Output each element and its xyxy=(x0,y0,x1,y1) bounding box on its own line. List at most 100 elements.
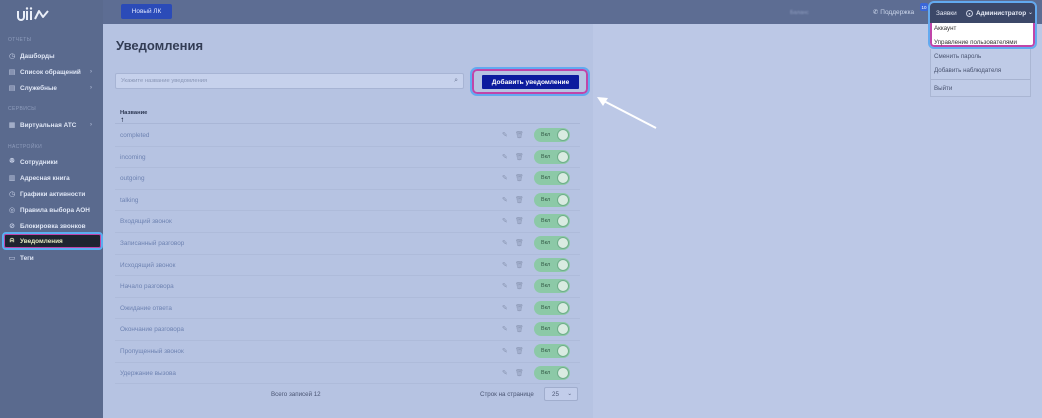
sidebar-item-dashboards[interactable]: ◷ Дашборды xyxy=(4,49,101,63)
rows-per-page-value: 25 xyxy=(552,390,559,398)
trash-icon[interactable]: 🗑 xyxy=(515,282,524,290)
enable-toggle[interactable]: Вкл xyxy=(534,365,570,380)
sidebar-item-address-book[interactable]: ▥ Адресная книга xyxy=(4,171,101,185)
table-row: outgoing ✎ 🗑 Вкл xyxy=(115,168,580,190)
trash-icon[interactable]: 🗑 xyxy=(515,347,524,355)
notification-name[interactable]: incoming xyxy=(120,154,146,161)
enable-toggle[interactable]: Вкл xyxy=(534,344,570,358)
trash-icon[interactable]: 🗑 xyxy=(515,153,524,161)
sidebar-item-virtual-pbx[interactable]: ▦ Виртуальная АТС › xyxy=(4,118,101,132)
section-title-services: Сервисы xyxy=(8,106,37,112)
trash-icon[interactable]: 🗑 xyxy=(515,174,524,182)
notification-name[interactable]: completed xyxy=(120,132,150,139)
enable-toggle[interactable]: Вкл xyxy=(534,192,570,207)
enable-toggle[interactable]: Вкл xyxy=(534,236,570,250)
enable-toggle[interactable]: Вкл xyxy=(534,300,570,315)
notification-name[interactable]: Удержание вызова xyxy=(120,370,176,377)
toggle-label: Вкл xyxy=(541,132,551,138)
notification-name[interactable]: Пропущенный звонок xyxy=(120,348,184,355)
menu-item-change-password[interactable]: Сменить пароль xyxy=(934,53,981,60)
toggle-knob xyxy=(557,172,569,185)
edit-icon[interactable]: ✎ xyxy=(502,304,508,312)
sidebar-item-caller-id-rules[interactable]: ◎ Правила выбора АОН xyxy=(4,203,101,217)
sidebar-item-call-blocking[interactable]: ⊘ Блокировка звонков xyxy=(4,219,101,233)
user-menu: Заявки ● Администратор ⌄ Аккаунт Управле… xyxy=(928,1,1037,49)
sidebar-item-label: Правила выбора АОН xyxy=(20,206,90,214)
trash-icon[interactable]: 🗑 xyxy=(515,131,524,139)
table-row: Записанный разговор ✎ 🗑 Вкл xyxy=(115,233,580,255)
chevron-right-icon: › xyxy=(90,122,92,128)
column-header-name[interactable]: Название xyxy=(120,110,147,116)
toggle-label: Вкл xyxy=(541,261,551,268)
new-lk-button[interactable]: Новый ЛК xyxy=(121,4,172,19)
rows-per-page-label: Строк на странице xyxy=(480,391,534,398)
toggle-knob xyxy=(557,323,569,336)
edit-icon[interactable]: ✎ xyxy=(502,239,508,247)
notification-name[interactable]: Ожидание ответа xyxy=(120,305,172,312)
trash-icon[interactable]: 🗑 xyxy=(515,217,524,225)
rows-per-page-select[interactable]: 25 ⌄ xyxy=(544,387,578,401)
toggle-label: Вкл xyxy=(541,240,551,246)
table-row: Исходящий звонок ✎ 🗑 Вкл xyxy=(115,255,580,277)
trash-icon[interactable]: 🗑 xyxy=(515,304,524,312)
add-notification-button[interactable]: Добавить уведомление xyxy=(482,75,579,89)
table-row: incoming ✎ 🗑 Вкл xyxy=(115,147,580,169)
enable-toggle[interactable]: Вкл xyxy=(534,257,570,272)
sidebar-item-tags[interactable]: ▭ Теги xyxy=(4,251,101,265)
edit-icon[interactable]: ✎ xyxy=(502,369,508,377)
edit-icon[interactable]: ✎ xyxy=(502,261,508,269)
menu-item-add-observer[interactable]: Добавить наблюдателя xyxy=(934,67,1001,74)
edit-icon[interactable]: ✎ xyxy=(502,131,508,139)
sidebar-item-requests-list[interactable]: ▤ Список обращений › xyxy=(4,65,101,79)
toggle-label: Вкл xyxy=(541,218,551,225)
sidebar-item-notifications[interactable]: ⍾ Уведомления xyxy=(2,232,103,250)
list-icon: ▤ xyxy=(8,85,16,92)
enable-toggle[interactable]: Вкл xyxy=(534,149,570,164)
notification-name[interactable]: Записанный разговор xyxy=(120,240,184,247)
notification-name[interactable]: talking xyxy=(120,197,138,204)
topbar: Новый ЛК Баланс ✆ Поддержка 10 xyxy=(103,0,1042,24)
edit-icon[interactable]: ✎ xyxy=(502,217,508,225)
user-name[interactable]: Администратор xyxy=(976,10,1026,17)
sidebar-item-label: Виртуальная АТС xyxy=(20,121,77,129)
list-icon: ▤ xyxy=(8,69,16,76)
enable-toggle[interactable]: Вкл xyxy=(534,279,570,294)
trash-icon[interactable]: 🗑 xyxy=(515,239,524,247)
edit-icon[interactable]: ✎ xyxy=(502,347,508,355)
notification-name[interactable]: outgoing xyxy=(120,175,145,182)
enable-toggle[interactable]: Вкл xyxy=(534,171,570,186)
table-row: Удержание вызова ✎ 🗑 Вкл xyxy=(115,363,580,385)
search-input[interactable]: Укажите название уведомления ⌕ xyxy=(115,73,464,89)
enable-toggle[interactable]: Вкл xyxy=(534,322,570,337)
menu-item-manage-users[interactable]: Управление пользователями xyxy=(934,39,1017,46)
sidebar-item-service[interactable]: ▤ Служебные › xyxy=(4,81,101,95)
toggle-knob xyxy=(557,237,569,249)
requests-link[interactable]: Заявки xyxy=(936,10,957,17)
menu-item-account[interactable]: Аккаунт xyxy=(934,25,956,32)
sidebar-item-employees[interactable]: ꔮ Сотрудники xyxy=(4,155,101,169)
notification-name[interactable]: Окончание разговора xyxy=(120,326,184,333)
enable-toggle[interactable]: Вкл xyxy=(534,128,570,142)
search-icon[interactable]: ⌕ xyxy=(454,77,458,85)
trash-icon[interactable]: 🗑 xyxy=(515,261,524,269)
sidebar-item-label: Теги xyxy=(20,254,34,262)
edit-icon[interactable]: ✎ xyxy=(502,325,508,333)
support-label: Поддержка xyxy=(880,9,915,16)
trash-icon[interactable]: 🗑 xyxy=(515,196,524,204)
trash-icon[interactable]: 🗑 xyxy=(515,369,524,377)
edit-icon[interactable]: ✎ xyxy=(502,153,508,161)
menu-item-logout[interactable]: Выйти xyxy=(934,85,952,92)
trash-icon[interactable]: 🗑 xyxy=(515,325,524,333)
table-row: completed ✎ 🗑 Вкл xyxy=(115,125,580,147)
sidebar-item-activity-charts[interactable]: ◷ Графики активности xyxy=(4,187,101,201)
enable-toggle[interactable]: Вкл xyxy=(534,214,570,229)
edit-icon[interactable]: ✎ xyxy=(502,174,508,182)
user-menu-header[interactable]: Заявки ● Администратор ⌄ xyxy=(930,3,1035,23)
notification-name[interactable]: Исходящий звонок xyxy=(120,262,175,269)
edit-icon[interactable]: ✎ xyxy=(502,196,508,204)
notification-name[interactable]: Входящий звонок xyxy=(120,218,172,225)
notification-name[interactable]: Начало разговора xyxy=(120,283,174,290)
edit-icon[interactable]: ✎ xyxy=(502,282,508,290)
toggle-label: Вкл xyxy=(541,369,551,376)
support-link[interactable]: ✆ Поддержка xyxy=(873,8,914,16)
